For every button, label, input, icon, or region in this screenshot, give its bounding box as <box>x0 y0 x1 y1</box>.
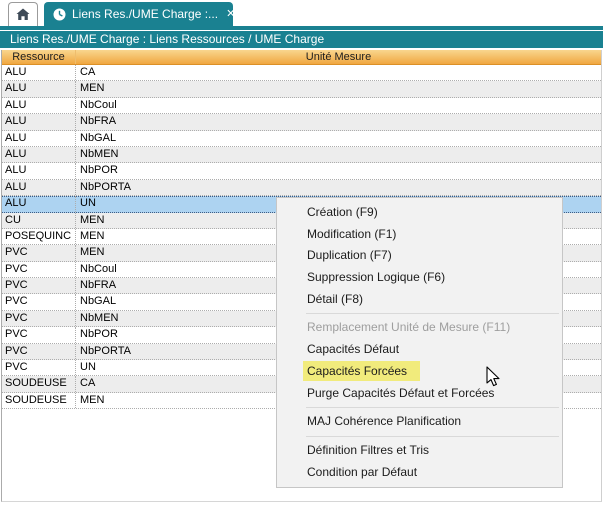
active-tab[interactable]: Liens Res./UME Charge :... ✕ <box>44 2 233 26</box>
breadcrumb: Liens Res./UME Charge : Liens Ressources… <box>0 31 603 48</box>
cell-unite-mesure: NbPOR <box>76 163 601 178</box>
cell-ressource: ALU <box>2 180 76 195</box>
cell-ressource: SOUDEUSE <box>2 376 76 391</box>
menu-item[interactable]: Modification (F1) <box>277 224 562 246</box>
menu-item-label: Capacités Forcées <box>303 361 420 381</box>
grid-header: Ressource Unité Mesure <box>2 50 601 65</box>
cell-ressource: ALU <box>2 81 76 96</box>
cell-ressource: ALU <box>2 147 76 162</box>
cell-ressource: ALU <box>2 65 76 80</box>
menu-item: Remplacement Unité de Mesure (F11) <box>277 317 562 339</box>
table-row[interactable]: ALUNbPOR <box>2 163 601 179</box>
cell-unite-mesure: NbPORTA <box>76 180 601 195</box>
cell-ressource: ALU <box>2 196 76 211</box>
menu-item-label: Suppression Logique (F6) <box>307 270 445 284</box>
cell-ressource: ALU <box>2 114 76 129</box>
table-row[interactable]: ALUMEN <box>2 81 601 97</box>
menu-separator <box>306 313 559 314</box>
table-row[interactable]: ALUCA <box>2 65 601 81</box>
menu-item-label: Remplacement Unité de Mesure (F11) <box>307 320 510 334</box>
tab-close-icon[interactable]: ✕ <box>224 7 237 22</box>
cell-ressource: PVC <box>2 278 76 293</box>
cell-ressource: PVC <box>2 360 76 375</box>
menu-item-label: Détail (F8) <box>307 292 363 306</box>
menu-item-label: MAJ Cohérence Planification <box>307 414 461 428</box>
menu-item-label: Condition par Défaut <box>307 465 417 479</box>
menu-item-label: Purge Capacités Défaut et Forcées <box>307 386 494 400</box>
cell-unite-mesure: NbGAL <box>76 131 601 146</box>
menu-item-label: Duplication (F7) <box>307 248 392 262</box>
menu-item-label: Création (F9) <box>307 205 378 219</box>
cell-ressource: PVC <box>2 311 76 326</box>
menu-separator <box>306 436 559 437</box>
column-header-ressource[interactable]: Ressource <box>2 50 76 64</box>
cell-ressource: ALU <box>2 131 76 146</box>
home-icon <box>16 8 30 21</box>
home-tab[interactable] <box>8 2 38 26</box>
menu-item[interactable]: Détail (F8) <box>277 289 562 311</box>
table-row[interactable]: ALUNbPORTA <box>2 180 601 196</box>
clock-icon <box>53 8 66 21</box>
app-window: Liens Res./UME Charge :... ✕ Liens Res./… <box>0 0 603 506</box>
cell-ressource: ALU <box>2 163 76 178</box>
cell-unite-mesure: NbCoul <box>76 98 601 113</box>
menu-item[interactable]: Suppression Logique (F6) <box>277 267 562 289</box>
cell-unite-mesure: NbFRA <box>76 114 601 129</box>
tab-bar: Liens Res./UME Charge :... ✕ <box>0 0 603 30</box>
menu-item-label: Capacités Défaut <box>307 342 399 356</box>
cell-ressource: CU <box>2 213 76 228</box>
cell-unite-mesure: MEN <box>76 81 601 96</box>
menu-item-label: Modification (F1) <box>307 227 396 241</box>
cell-unite-mesure: NbMEN <box>76 147 601 162</box>
tab-strip <box>0 26 603 30</box>
cell-ressource: PVC <box>2 327 76 342</box>
cell-ressource: PVC <box>2 294 76 309</box>
menu-item[interactable]: Définition Filtres et Tris <box>277 440 562 462</box>
menu-item-label: Définition Filtres et Tris <box>307 443 429 457</box>
menu-separator <box>306 407 559 408</box>
menu-item[interactable]: Capacités Défaut <box>277 339 562 361</box>
table-row[interactable]: ALUNbCoul <box>2 98 601 114</box>
cell-ressource: PVC <box>2 344 76 359</box>
menu-item[interactable]: MAJ Cohérence Planification <box>277 411 562 433</box>
cell-ressource: PVC <box>2 262 76 277</box>
cell-ressource: ALU <box>2 98 76 113</box>
column-header-unite-mesure[interactable]: Unité Mesure <box>76 50 601 64</box>
table-row[interactable]: ALUNbFRA <box>2 114 601 130</box>
menu-item[interactable]: Condition par Défaut <box>277 462 562 484</box>
cell-ressource: SOUDEUSE <box>2 393 76 408</box>
menu-item[interactable]: Capacités Forcées <box>277 361 562 383</box>
cell-unite-mesure: CA <box>76 65 601 80</box>
menu-item[interactable]: Duplication (F7) <box>277 245 562 267</box>
context-menu: Création (F9) Modification (F1) Duplicatio… <box>276 197 563 488</box>
cell-ressource: POSEQUINC <box>2 229 76 244</box>
menu-item[interactable]: Purge Capacités Défaut et Forcées <box>277 383 562 405</box>
table-row[interactable]: ALUNbGAL <box>2 131 601 147</box>
table-row[interactable]: ALUNbMEN <box>2 147 601 163</box>
cell-ressource: PVC <box>2 245 76 260</box>
active-tab-label: Liens Res./UME Charge :... <box>72 7 218 21</box>
menu-item[interactable]: Création (F9) <box>277 202 562 224</box>
